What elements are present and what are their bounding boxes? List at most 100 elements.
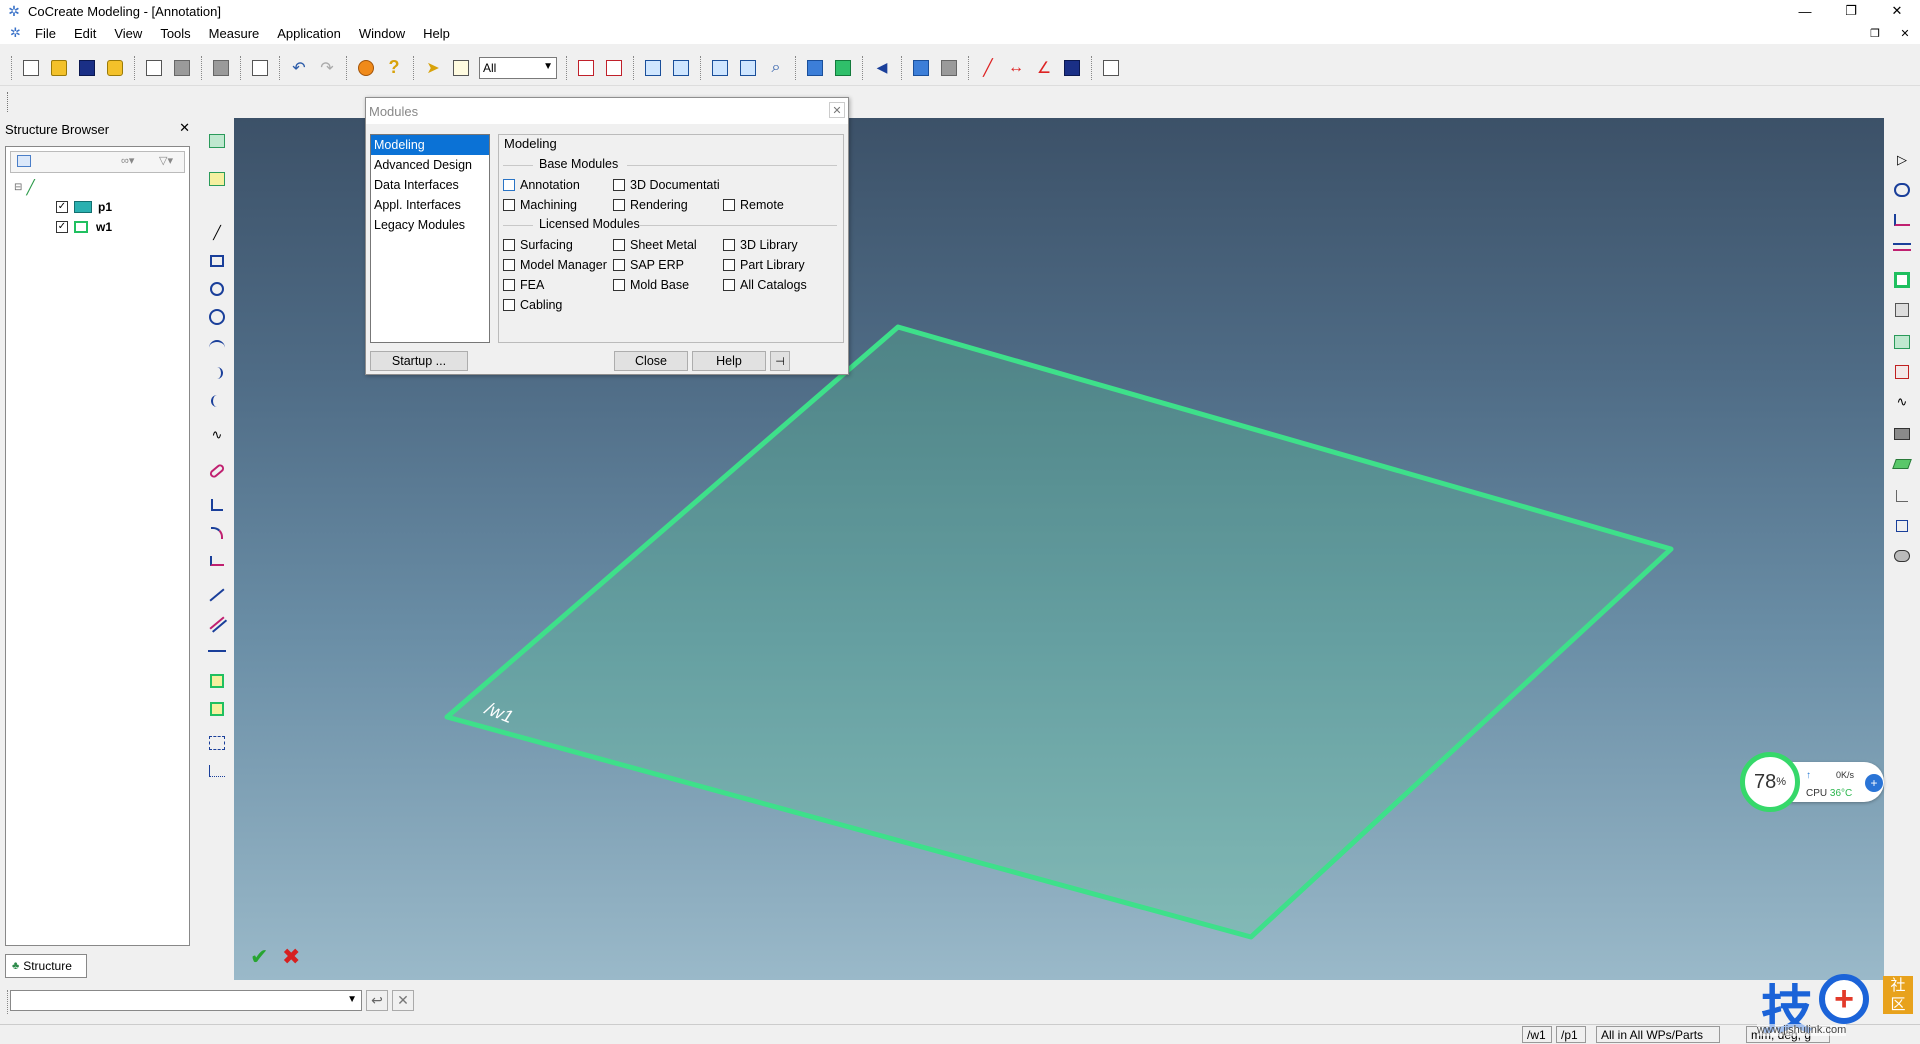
cut-line-icon[interactable] — [1890, 238, 1914, 262]
close-window-button[interactable]: ✕ — [1874, 0, 1920, 22]
fea-checkbox[interactable]: FEA — [503, 278, 544, 292]
open-folder-icon[interactable] — [47, 56, 71, 80]
clear-command-button[interactable]: ✕ — [392, 990, 414, 1011]
measure-angle-icon[interactable]: ∠ — [1032, 56, 1056, 80]
pick-tool-icon[interactable] — [574, 56, 598, 80]
shell-icon[interactable] — [1890, 360, 1914, 384]
tab-structure[interactable]: ♣ Structure — [5, 954, 87, 978]
window-select-icon[interactable] — [205, 732, 229, 754]
mirror-copy-icon[interactable] — [205, 698, 229, 720]
modules-dialog-titlebar[interactable]: Modules ✕ — [366, 98, 848, 124]
module-category-advanced-design[interactable]: Advanced Design — [371, 155, 489, 175]
module-category-appl-interfaces[interactable]: Appl. Interfaces — [371, 195, 489, 215]
module-category-modeling[interactable]: Modeling — [371, 135, 489, 155]
startup-button[interactable]: Startup ... — [370, 351, 468, 371]
transform-icon[interactable] — [248, 56, 272, 80]
tree-root[interactable]: ⊟ ╱ — [14, 177, 189, 197]
menu-measure[interactable]: Measure — [200, 26, 269, 41]
offset-line-icon[interactable] — [205, 584, 229, 606]
cabling-checkbox[interactable]: Cabling — [503, 298, 562, 312]
cylinder-part-icon[interactable] — [103, 56, 127, 80]
paste-icon[interactable] — [170, 56, 194, 80]
circle-center-icon[interactable] — [205, 278, 229, 300]
select-box-icon[interactable] — [449, 56, 473, 80]
filter-icon[interactable]: ▽▾ — [159, 154, 173, 167]
previous-view-icon[interactable]: ◀ — [870, 56, 894, 80]
face-icon[interactable] — [1890, 484, 1914, 508]
tree-item-w1[interactable]: ✓ w1 — [14, 217, 189, 237]
workplane-w1[interactable] — [444, 324, 1674, 940]
command-input[interactable]: ▼ — [10, 990, 362, 1011]
sheet-metal-checkbox[interactable]: Sheet Metal — [613, 238, 697, 252]
visibility-checkbox[interactable]: ✓ — [56, 221, 68, 233]
accelerate-icon[interactable]: + — [1865, 774, 1883, 792]
selection-filter-select[interactable]: All ▼ — [479, 56, 557, 79]
binoculars-icon[interactable]: ∞▾ — [121, 154, 134, 167]
play-icon[interactable]: ▷ — [1890, 148, 1914, 172]
accept-checkmark-icon[interactable]: ✔ — [250, 944, 268, 970]
spline-tool-icon[interactable]: ∿ — [205, 424, 229, 446]
close-button[interactable]: Close — [614, 351, 688, 371]
workplane-box-icon[interactable] — [1890, 268, 1914, 292]
part-library-checkbox[interactable]: Part Library — [723, 258, 805, 272]
cancel-x-icon[interactable]: ✖ — [282, 944, 300, 970]
help-button[interactable]: Help — [692, 351, 766, 371]
zoom-window-icon[interactable] — [669, 56, 693, 80]
rotate-view-icon[interactable] — [736, 56, 760, 80]
menu-tools[interactable]: Tools — [151, 26, 199, 41]
blend-icon[interactable] — [1890, 544, 1914, 568]
circle-tool-icon[interactable] — [205, 306, 229, 328]
module-category-legacy-modules[interactable]: Legacy Modules — [371, 215, 489, 235]
texture-icon[interactable] — [937, 56, 961, 80]
collapse-icon[interactable]: ⊟ — [14, 182, 22, 193]
pan-icon[interactable] — [708, 56, 732, 80]
machining-checkbox[interactable]: Machining — [503, 198, 577, 212]
menu-application[interactable]: Application — [268, 26, 350, 41]
close-icon[interactable]: ✕ — [829, 102, 845, 118]
slot-tool-icon[interactable] — [205, 460, 229, 482]
surfacing-checkbox[interactable]: Surfacing — [503, 238, 573, 252]
remote-checkbox[interactable]: Remote — [723, 198, 784, 212]
undo-icon[interactable]: ↶ — [287, 56, 311, 80]
arc-tool-icon[interactable] — [205, 334, 229, 356]
print-icon[interactable] — [209, 56, 233, 80]
assembly-icon[interactable] — [205, 130, 229, 152]
minimize-button[interactable]: — — [1782, 0, 1828, 22]
curve-edit-icon[interactable] — [1890, 208, 1914, 232]
box-part-icon[interactable] — [1890, 298, 1914, 322]
copy-icon[interactable] — [142, 56, 166, 80]
module-category-data-interfaces[interactable]: Data Interfaces — [371, 175, 489, 195]
close-icon[interactable]: ✕ — [179, 120, 190, 136]
mirror-icon[interactable] — [205, 670, 229, 692]
model-manager-checkbox[interactable]: Model Manager — [503, 258, 607, 272]
menu-window[interactable]: Window — [350, 26, 414, 41]
visibility-checkbox[interactable]: ✓ — [56, 201, 68, 213]
pin-icon[interactable]: ⊣ — [770, 351, 790, 371]
measure-distance-icon[interactable]: ↔ — [1004, 56, 1028, 80]
tree-item-p1[interactable]: ✓ p1 — [14, 197, 189, 217]
sweep-icon[interactable]: ∿ — [1890, 390, 1914, 414]
select-arrow-icon[interactable]: ➤ — [421, 56, 445, 80]
line-tool-icon[interactable]: ╱ — [205, 222, 229, 244]
enter-command-button[interactable]: ↩ — [366, 990, 388, 1011]
shaded-view-icon[interactable] — [803, 56, 827, 80]
parallel-line-icon[interactable] — [205, 612, 229, 634]
fillet-tool-icon[interactable] — [205, 522, 229, 544]
menu-file[interactable]: File — [26, 26, 65, 41]
maximize-button[interactable]: ❐ — [1828, 0, 1874, 22]
3d-documentation-checkbox[interactable]: 3D Documentati — [613, 178, 720, 192]
zoom-icon[interactable]: ⌕ — [764, 56, 788, 80]
assembly-add-icon[interactable] — [1890, 330, 1914, 354]
menu-help[interactable]: Help — [414, 26, 459, 41]
all-catalogs-checkbox[interactable]: All Catalogs — [723, 278, 807, 292]
redo-icon[interactable]: ↷ — [315, 56, 339, 80]
texture-green-icon[interactable] — [1890, 452, 1914, 476]
chamfer-tool-icon[interactable] — [205, 494, 229, 516]
save-icon[interactable] — [75, 56, 99, 80]
rectangle-tool-icon[interactable] — [205, 250, 229, 272]
trim-tool-icon[interactable] — [205, 550, 229, 572]
fit-view-icon[interactable] — [641, 56, 665, 80]
annotation-checkbox[interactable]: Annotation — [503, 178, 580, 192]
extrude-icon[interactable] — [205, 168, 229, 190]
face-select-icon[interactable] — [1890, 514, 1914, 538]
